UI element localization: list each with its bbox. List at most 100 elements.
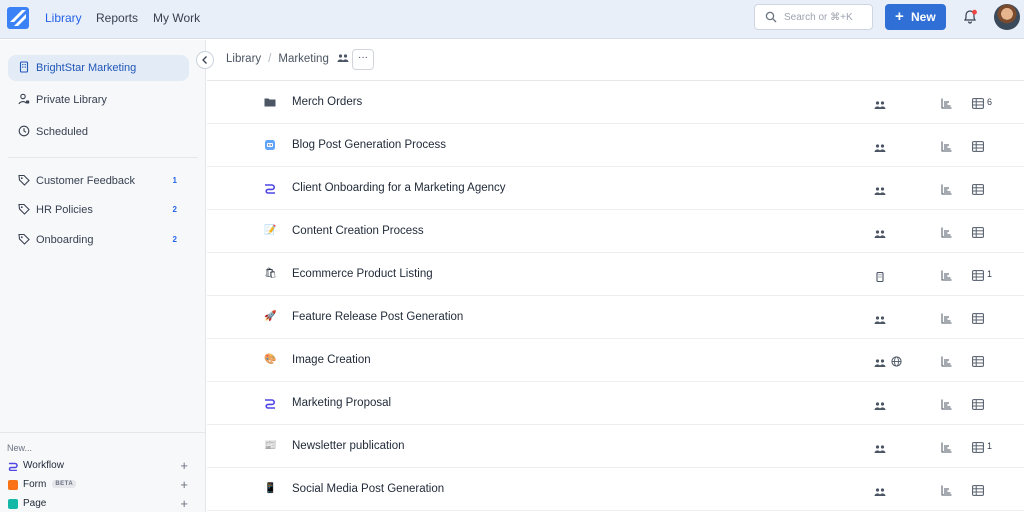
team-icon[interactable]	[874, 97, 886, 109]
plus-icon[interactable]: +	[180, 477, 188, 492]
sidebar-item-label: HR Policies	[36, 204, 93, 216]
plus-icon[interactable]: +	[180, 496, 188, 511]
team-icon[interactable]	[874, 484, 886, 496]
list-item[interactable]: Marketing Proposal	[207, 382, 1024, 425]
nav-my-work[interactable]: My Work	[153, 11, 200, 25]
analytics-icon[interactable]	[941, 225, 952, 238]
mobile-phone-icon: 📱	[264, 483, 277, 494]
building-icon[interactable]	[874, 269, 886, 283]
team-icon[interactable]	[874, 355, 886, 367]
new-button-label: New	[911, 10, 936, 24]
list-item[interactable]: Client Onboarding for a Marketing Agency	[207, 167, 1024, 210]
list-item-name[interactable]: Marketing Proposal	[292, 397, 391, 409]
bell-icon[interactable]	[962, 9, 978, 25]
table-icon[interactable]	[972, 182, 984, 195]
list-item[interactable]: 🎨 Image Creation	[207, 339, 1024, 382]
palette-icon: 🎨	[264, 354, 277, 365]
new-section: New... Workflow + Form BETA + Page +	[0, 432, 206, 512]
list-item-name[interactable]: Blog Post Generation Process	[292, 139, 446, 151]
sidebar-item-scheduled[interactable]: Scheduled	[8, 119, 189, 145]
search-placeholder: Search or ⌘+K	[784, 12, 853, 23]
new-form-item[interactable]: Form BETA +	[8, 477, 196, 494]
newspaper-icon: 📰	[264, 440, 277, 451]
analytics-icon[interactable]	[941, 182, 952, 195]
collapse-sidebar-button[interactable]	[196, 51, 214, 69]
analytics-icon[interactable]	[941, 139, 952, 152]
new-button[interactable]: + New	[885, 4, 946, 30]
table-icon[interactable]	[972, 440, 984, 453]
workflow-icon	[264, 182, 276, 194]
table-icon[interactable]	[972, 96, 984, 109]
team-icon	[337, 54, 349, 62]
user-avatar[interactable]	[994, 4, 1020, 30]
breadcrumb: Library / Marketing	[226, 53, 349, 65]
list-item-name[interactable]: Image Creation	[292, 354, 371, 366]
blog-robot-icon	[264, 139, 276, 151]
team-icon[interactable]	[874, 183, 886, 195]
app-logo-icon[interactable]	[7, 7, 29, 29]
private-user-icon	[18, 93, 30, 105]
sidebar: BrightStar Marketing Private Library Sch…	[0, 40, 206, 512]
nav-reports[interactable]: Reports	[96, 11, 138, 25]
table-icon[interactable]	[972, 397, 984, 410]
plus-icon[interactable]: +	[180, 458, 188, 473]
analytics-icon[interactable]	[941, 96, 952, 109]
more-options-button[interactable]: ···	[352, 49, 374, 70]
sidebar-tag-hr-policies[interactable]: HR Policies 2	[8, 197, 189, 223]
list-item[interactable]: Blog Post Generation Process	[207, 124, 1024, 167]
tag-icon	[18, 203, 30, 215]
list-item[interactable]: 🚀 Feature Release Post Generation	[207, 296, 1024, 339]
globe-icon[interactable]	[891, 354, 902, 367]
memo-icon: 📝	[264, 225, 277, 236]
table-icon[interactable]	[972, 225, 984, 238]
list-item-name[interactable]: Content Creation Process	[292, 225, 424, 237]
new-item-label: Form	[23, 479, 47, 490]
team-icon[interactable]	[874, 140, 886, 152]
table-count: 1	[987, 441, 993, 451]
team-icon[interactable]	[874, 226, 886, 238]
list-item-name[interactable]: Feature Release Post Generation	[292, 311, 463, 323]
sidebar-item-brightstar-marketing[interactable]: BrightStar Marketing	[8, 55, 189, 81]
team-icon[interactable]	[874, 441, 886, 453]
sidebar-tag-onboarding[interactable]: Onboarding 2	[8, 227, 189, 253]
top-bar: Library Reports My Work Search or ⌘+K + …	[0, 0, 1024, 39]
analytics-icon[interactable]	[941, 268, 952, 281]
new-page-item[interactable]: Page +	[8, 496, 196, 512]
new-item-label: Workflow	[23, 460, 64, 471]
list-item[interactable]: 📱 Social Media Post Generation	[207, 468, 1024, 511]
clock-icon	[18, 125, 30, 137]
list-item-name[interactable]: Social Media Post Generation	[292, 483, 444, 495]
team-icon[interactable]	[874, 312, 886, 324]
nav-library[interactable]: Library	[45, 11, 82, 25]
rocket-icon: 🚀	[264, 311, 277, 322]
list-item[interactable]: 📰 Newsletter publication 1	[207, 425, 1024, 468]
table-icon[interactable]	[972, 311, 984, 324]
list-item-name[interactable]: Ecommerce Product Listing	[292, 268, 433, 280]
sidebar-tag-customer-feedback[interactable]: Customer Feedback 1	[8, 168, 189, 194]
analytics-icon[interactable]	[941, 397, 952, 410]
chevron-left-icon	[202, 56, 207, 64]
table-icon[interactable]	[972, 354, 984, 367]
search-box[interactable]: Search or ⌘+K	[754, 4, 873, 30]
table-icon[interactable]	[972, 268, 984, 281]
analytics-icon[interactable]	[941, 483, 952, 496]
analytics-icon[interactable]	[941, 440, 952, 453]
breadcrumb-separator: /	[268, 53, 272, 65]
list-item[interactable]: 📝 Content Creation Process	[207, 210, 1024, 253]
breadcrumb-library[interactable]: Library	[226, 53, 261, 65]
list-item[interactable]: 🛍 Ecommerce Product Listing 1	[207, 253, 1024, 296]
table-icon[interactable]	[972, 139, 984, 152]
list-item[interactable]: Merch Orders 6	[207, 81, 1024, 124]
list-item-name[interactable]: Client Onboarding for a Marketing Agency	[292, 182, 506, 194]
team-icon[interactable]	[874, 398, 886, 410]
sidebar-item-private-library[interactable]: Private Library	[8, 87, 189, 113]
list-item-name[interactable]: Merch Orders	[292, 96, 362, 108]
list-item-name[interactable]: Newsletter publication	[292, 440, 405, 452]
new-workflow-item[interactable]: Workflow +	[8, 458, 196, 475]
analytics-icon[interactable]	[941, 311, 952, 324]
new-item-label: Page	[23, 498, 47, 509]
search-icon	[765, 11, 777, 23]
analytics-icon[interactable]	[941, 354, 952, 367]
table-count: 1	[987, 269, 993, 279]
table-icon[interactable]	[972, 483, 984, 496]
